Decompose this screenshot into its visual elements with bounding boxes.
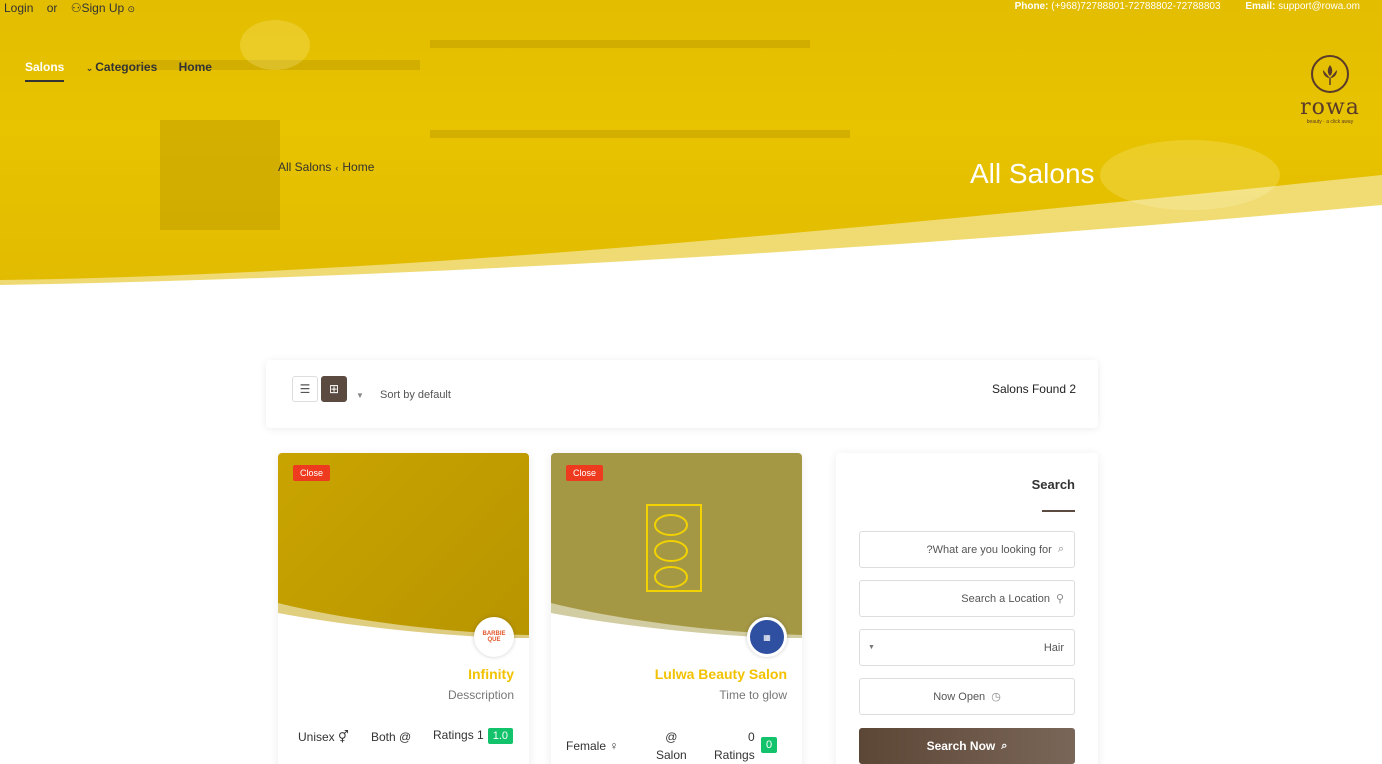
ratings-info: 0 Ratings [714, 730, 755, 762]
ratings-info: Ratings 1 1.0 [433, 728, 513, 744]
sort-select[interactable]: Sort by default [380, 389, 451, 401]
at-icon: @ [665, 730, 678, 744]
salon-card[interactable]: Close BARBIE QUE Infinity Desscription U… [278, 453, 529, 764]
listing-toolbar: ☰ ⊞ ▼ Sort by default Salons Found 2 [266, 360, 1098, 428]
page-title: All Salons [970, 158, 1095, 189]
rowa-logo[interactable]: rowa beauty · a click away [1300, 55, 1360, 135]
search-title: Search [1031, 477, 1075, 492]
search-icon: ⌕ [1001, 739, 1008, 752]
or-text: or [46, 1, 58, 15]
salon-logo-icon: ▦ [763, 632, 771, 642]
hero-wave [0, 175, 1382, 285]
search-panel: Search ?What are you looking for ⌕ Search… [836, 453, 1098, 764]
dropdown-arrow-icon: ▼ [868, 644, 875, 651]
grid-view-button[interactable]: ⊞ [321, 376, 347, 402]
chevron-down-icon: ⌄ [85, 63, 94, 73]
category-select[interactable]: ▼ Hair [859, 629, 1075, 666]
salon-avatar: BARBIE QUE [474, 617, 514, 657]
main-nav: Salons ⌄ Categories Home [25, 60, 230, 82]
location-type-info: Both @ [371, 730, 412, 744]
salon-avatar: ▦ [747, 617, 787, 657]
chevron-left-icon: ‹ [335, 163, 339, 173]
hero-banner: Login or ⚇Sign Up ⊙ Phone: (+968)7278880… [0, 0, 1382, 285]
clock-icon: ◷ [991, 691, 1001, 703]
at-icon: @ [399, 730, 412, 744]
location-type-info: @ Salon [656, 730, 687, 762]
sort-dropdown-arrow-icon[interactable]: ▼ [356, 391, 364, 400]
background-shelf [430, 40, 810, 48]
nav-item-home[interactable]: Home [179, 60, 212, 82]
results-count: Salons Found 2 [991, 382, 1076, 396]
signup-link[interactable]: ⚇Sign Up ⊙ [71, 1, 135, 15]
unisex-icon: ⚥ [338, 730, 349, 744]
salon-description: Desscription [447, 688, 514, 702]
logo-emblem-icon [1311, 55, 1349, 93]
logo-word: rowa [1300, 95, 1360, 120]
salon-name[interactable]: Lulwa Beauty Salon [655, 666, 787, 682]
status-badge: Close [293, 465, 331, 481]
grid-icon: ⊞ [328, 382, 340, 396]
rating-badge-wrap: 0 [757, 737, 778, 753]
gender-info: Female ♀ [566, 739, 619, 753]
search-now-button[interactable]: Search Now ⌕ [859, 728, 1075, 764]
title-underline [1042, 510, 1075, 512]
salon-description: Time to glow [719, 688, 787, 702]
gender-info: Unisex ⚥ [298, 730, 349, 744]
search-icon: ⌕ [1057, 543, 1064, 555]
location-input[interactable]: Search a Location ⚲ [859, 580, 1075, 617]
login-link[interactable]: Login [4, 1, 33, 15]
list-icon: ☰ [299, 382, 311, 396]
list-view-button[interactable]: ☰ [292, 376, 318, 402]
salon-name[interactable]: Infinity [468, 666, 514, 682]
breadcrumb-home[interactable]: Home [342, 160, 374, 174]
signup-arrow-icon: ⊙ [127, 4, 136, 14]
breadcrumb-current: All Salons [278, 160, 332, 174]
now-open-toggle[interactable]: Now Open ◷ [859, 678, 1075, 715]
salon-logo-icon [646, 504, 702, 592]
female-icon: ♀ [609, 739, 619, 753]
nav-item-salons[interactable]: Salons [25, 60, 65, 82]
email-info: Email: support@rowa.om [1245, 1, 1360, 12]
user-add-icon: ⚇ [70, 1, 82, 15]
status-badge: Close [566, 465, 604, 481]
nav-item-categories[interactable]: ⌄ Categories [86, 60, 158, 82]
avatar-logo-text: BARBIE QUE [482, 631, 506, 643]
keyword-input[interactable]: ?What are you looking for ⌕ [859, 531, 1075, 568]
rating-badge: 0 [761, 737, 778, 753]
location-pin-icon: ⚲ [1055, 593, 1064, 605]
rating-badge: 1.0 [487, 728, 513, 744]
email-address[interactable]: support@rowa.om [1278, 1, 1360, 12]
breadcrumb: All Salons ‹ Home [278, 160, 374, 174]
phone-number[interactable]: (+968)72788801-72788802-72788803 [1051, 1, 1220, 12]
logo-tagline: beauty · a click away [1306, 119, 1354, 125]
top-bar: Login or ⚇Sign Up ⊙ Phone: (+968)7278880… [0, 0, 1382, 16]
background-shelf [430, 130, 850, 138]
salon-card[interactable]: Close ▦ Lulwa Beauty Salon Time to glow … [551, 453, 802, 764]
background-sink [240, 20, 310, 70]
phone-info: Phone: (+968)72788801-72788802-72788803 [1014, 1, 1221, 12]
